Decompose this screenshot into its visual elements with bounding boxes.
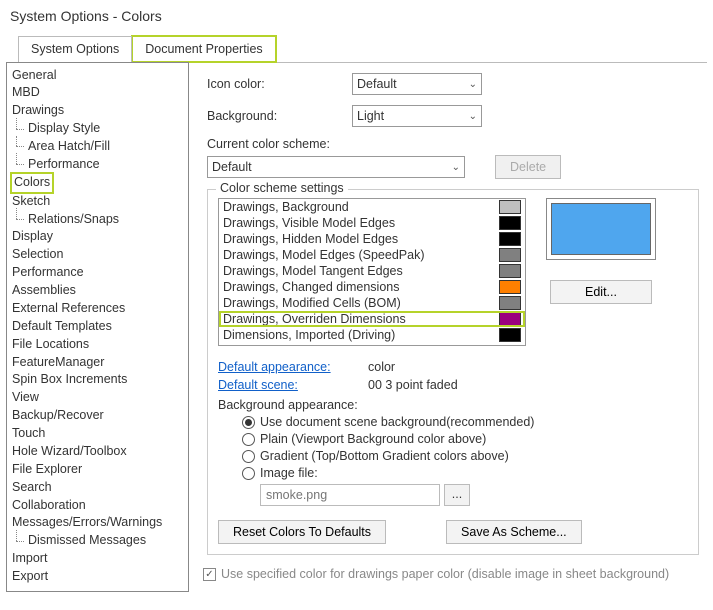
- tree-item[interactable]: Hole Wizard/Toolbox: [10, 442, 188, 460]
- tree-item[interactable]: Performance: [10, 155, 188, 173]
- color-scheme-fieldset: Color scheme settings Drawings, Backgrou…: [207, 189, 699, 555]
- tree-item[interactable]: MBD: [10, 84, 188, 102]
- image-file-input[interactable]: [260, 484, 440, 506]
- edit-button[interactable]: Edit...: [550, 280, 652, 304]
- tree-item[interactable]: Colors: [10, 173, 188, 192]
- list-item[interactable]: Dimensions, Imported (Driving): [219, 327, 525, 343]
- tab-system-options[interactable]: System Options: [18, 36, 132, 62]
- tree-item[interactable]: File Explorer: [10, 460, 188, 478]
- color-swatch: [499, 264, 521, 278]
- tree-item[interactable]: Area Hatch/Fill: [10, 138, 188, 156]
- list-item[interactable]: Drawings, Hidden Model Edges: [219, 231, 525, 247]
- nav-tree[interactable]: GeneralMBDDrawingsDisplay StyleArea Hatc…: [6, 62, 189, 592]
- radio-gradient[interactable]: Gradient (Top/Bottom Gradient colors abo…: [242, 449, 688, 463]
- list-item[interactable]: Drawings, Model Edges (SpeedPak): [219, 247, 525, 263]
- chevron-down-icon: ⌄: [452, 162, 460, 173]
- use-specified-color-checkbox[interactable]: ✓: [203, 568, 216, 581]
- tree-item[interactable]: Sketch: [10, 192, 188, 210]
- list-item[interactable]: Drawings, Overriden Dimensions: [219, 311, 525, 327]
- tree-item[interactable]: File Locations: [10, 335, 188, 353]
- use-specified-color-label: Use specified color for drawings paper c…: [221, 567, 669, 581]
- tree-item[interactable]: Default Templates: [10, 317, 188, 335]
- default-appearance-link[interactable]: Default appearance:: [218, 360, 368, 374]
- tree-item[interactable]: Selection: [10, 246, 188, 264]
- tree-item[interactable]: Export: [10, 568, 188, 586]
- background-combo[interactable]: Light⌄: [352, 105, 482, 127]
- radio-plain[interactable]: Plain (Viewport Background color above): [242, 432, 688, 446]
- tab-bar: System Options Document Properties: [18, 36, 713, 62]
- color-swatch: [499, 248, 521, 262]
- list-item[interactable]: Drawings, Model Tangent Edges: [219, 263, 525, 279]
- tree-item[interactable]: Spin Box Increments: [10, 371, 188, 389]
- tree-item[interactable]: General: [10, 66, 188, 84]
- tree-item[interactable]: Assemblies: [10, 282, 188, 300]
- browse-button[interactable]: ...: [444, 484, 470, 506]
- current-scheme-combo[interactable]: Default⌄: [207, 156, 465, 178]
- tab-document-properties[interactable]: Document Properties: [132, 36, 275, 62]
- tree-item[interactable]: Collaboration: [10, 496, 188, 514]
- bg-appearance-label: Background appearance:: [218, 398, 688, 412]
- background-label: Background:: [207, 109, 352, 123]
- radio-image-file[interactable]: Image file:: [242, 466, 688, 480]
- tree-item[interactable]: External References: [10, 299, 188, 317]
- tree-item[interactable]: Display: [10, 228, 188, 246]
- tree-item[interactable]: Dismissed Messages: [10, 532, 188, 550]
- color-swatch: [499, 216, 521, 230]
- tree-item[interactable]: Performance: [10, 264, 188, 282]
- color-swatch: [499, 200, 521, 214]
- color-swatch: [499, 296, 521, 310]
- window-title: System Options - Colors: [0, 0, 713, 36]
- tree-item[interactable]: Import: [10, 550, 188, 568]
- chevron-down-icon: ⌄: [469, 79, 477, 90]
- scheme-listbox[interactable]: Drawings, BackgroundDrawings, Visible Mo…: [218, 198, 526, 346]
- color-swatch: [499, 280, 521, 294]
- chevron-down-icon: ⌄: [469, 111, 477, 122]
- icon-color-combo[interactable]: Default⌄: [352, 73, 482, 95]
- tree-item[interactable]: FeatureManager: [10, 353, 188, 371]
- color-preview: [546, 198, 656, 260]
- tree-item[interactable]: Display Style: [10, 120, 188, 138]
- list-item[interactable]: Drawings, Visible Model Edges: [219, 215, 525, 231]
- list-item[interactable]: Drawings, Modified Cells (BOM): [219, 295, 525, 311]
- tree-item[interactable]: Relations/Snaps: [10, 210, 188, 228]
- tree-item[interactable]: Backup/Recover: [10, 407, 188, 425]
- default-scene-value: 00 3 point faded: [368, 378, 458, 392]
- icon-color-label: Icon color:: [207, 77, 352, 91]
- tree-item[interactable]: Drawings: [10, 102, 188, 120]
- current-scheme-label: Current color scheme:: [207, 137, 699, 151]
- default-appearance-value: color: [368, 360, 395, 374]
- list-item[interactable]: Drawings, Changed dimensions: [219, 279, 525, 295]
- tree-item[interactable]: View: [10, 389, 188, 407]
- delete-button: Delete: [495, 155, 561, 179]
- fieldset-title: Color scheme settings: [216, 181, 348, 195]
- default-scene-link[interactable]: Default scene:: [218, 378, 368, 392]
- main-panel: Icon color: Default⌄ Background: Light⌄ …: [189, 63, 707, 592]
- color-swatch: [499, 232, 521, 246]
- color-swatch: [499, 328, 521, 342]
- save-as-scheme-button[interactable]: Save As Scheme...: [446, 520, 582, 544]
- list-item[interactable]: Drawings, Background: [219, 199, 525, 215]
- tree-item[interactable]: Search: [10, 478, 188, 496]
- color-swatch: [499, 312, 521, 326]
- reset-colors-button[interactable]: Reset Colors To Defaults: [218, 520, 386, 544]
- radio-scene-bg[interactable]: Use document scene background(recommende…: [242, 415, 688, 429]
- tree-item[interactable]: Touch: [10, 425, 188, 443]
- tree-item[interactable]: Messages/Errors/Warnings: [10, 514, 188, 532]
